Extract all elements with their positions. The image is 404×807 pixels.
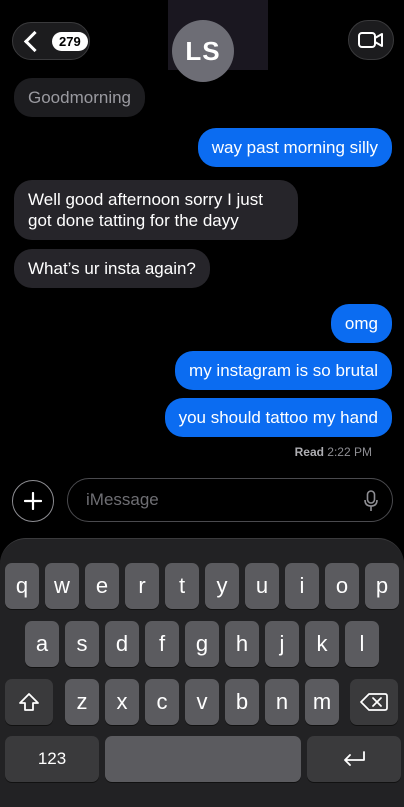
key-o[interactable]: o	[325, 563, 359, 609]
key-p[interactable]: p	[365, 563, 399, 609]
contact-avatar[interactable]: LS	[172, 20, 234, 82]
message-bubble-outgoing[interactable]: my instagram is so brutal	[175, 351, 392, 390]
key-l[interactable]: l	[345, 621, 379, 667]
key-t[interactable]: t	[165, 563, 199, 609]
keyboard: qwertyuiop asdfghjkl zxcvbnm 123	[0, 538, 404, 807]
key-h[interactable]: h	[225, 621, 259, 667]
shift-arrow-icon	[19, 693, 39, 711]
key-j[interactable]: j	[265, 621, 299, 667]
delete-key[interactable]	[350, 679, 398, 725]
message-text: What’s ur insta again?	[28, 259, 196, 278]
contact-initials: LS	[185, 35, 221, 66]
key-b[interactable]: b	[225, 679, 259, 725]
key-y[interactable]: y	[205, 563, 239, 609]
key-m[interactable]: m	[305, 679, 339, 725]
key-g[interactable]: g	[185, 621, 219, 667]
key-x[interactable]: x	[105, 679, 139, 725]
message-text: you should tattoo my hand	[178, 408, 378, 427]
return-arrow-icon	[344, 751, 365, 766]
key-k[interactable]: k	[305, 621, 339, 667]
read-time: 2:22 PM	[327, 445, 372, 459]
key-s[interactable]: s	[65, 621, 99, 667]
back-button[interactable]: 279	[12, 22, 90, 60]
message-bubble-incoming[interactable]: What’s ur insta again?	[14, 249, 210, 288]
key-d[interactable]: d	[105, 621, 139, 667]
message-text: omg	[344, 314, 378, 333]
message-text: Well good afternoon sorry I just got don…	[28, 190, 263, 230]
facetime-video-button[interactable]	[348, 20, 394, 60]
microphone-icon[interactable]	[364, 490, 378, 512]
return-key[interactable]	[307, 736, 401, 782]
backspace-icon	[360, 693, 388, 711]
plus-icon	[24, 492, 42, 510]
key-a[interactable]: a	[25, 621, 59, 667]
key-n[interactable]: n	[265, 679, 299, 725]
numbers-key[interactable]: 123	[5, 736, 99, 782]
composer-bar: iMessage	[0, 474, 404, 524]
numbers-key-label: 123	[37, 749, 67, 768]
message-bubble-outgoing[interactable]: you should tattoo my hand	[164, 398, 392, 437]
message-bubble-incoming[interactable]: Goodmorning	[14, 78, 146, 117]
message-text: way past morning silly	[211, 138, 378, 157]
key-r[interactable]: r	[125, 563, 159, 609]
message-bubble-incoming[interactable]: Well good afternoon sorry I just got don…	[14, 180, 298, 240]
conversation-header: 279 LS	[0, 0, 404, 82]
message-text: Goodmorning	[28, 88, 132, 107]
read-receipt: Read 2:22 PM	[295, 445, 372, 459]
space-key[interactable]	[105, 736, 301, 782]
key-e[interactable]: e	[85, 563, 119, 609]
apps-plus-button[interactable]	[12, 480, 54, 522]
key-z[interactable]: z	[65, 679, 99, 725]
key-w[interactable]: w	[45, 563, 79, 609]
video-camera-icon	[358, 32, 383, 48]
chevron-left-icon	[23, 30, 46, 52]
read-label: Read	[294, 445, 324, 459]
message-input[interactable]: iMessage	[67, 478, 393, 522]
message-text: my instagram is so brutal	[189, 361, 378, 380]
shift-key[interactable]	[5, 679, 53, 725]
key-q[interactable]: q	[5, 563, 39, 609]
key-c[interactable]: c	[145, 679, 179, 725]
unread-count-badge: 279	[52, 31, 88, 51]
key-f[interactable]: f	[145, 621, 179, 667]
message-bubble-outgoing[interactable]: omg	[330, 304, 392, 343]
key-u[interactable]: u	[245, 563, 279, 609]
key-v[interactable]: v	[185, 679, 219, 725]
message-bubble-outgoing[interactable]: way past morning silly	[197, 128, 392, 167]
key-i[interactable]: i	[285, 563, 319, 609]
input-placeholder: iMessage	[86, 490, 159, 509]
